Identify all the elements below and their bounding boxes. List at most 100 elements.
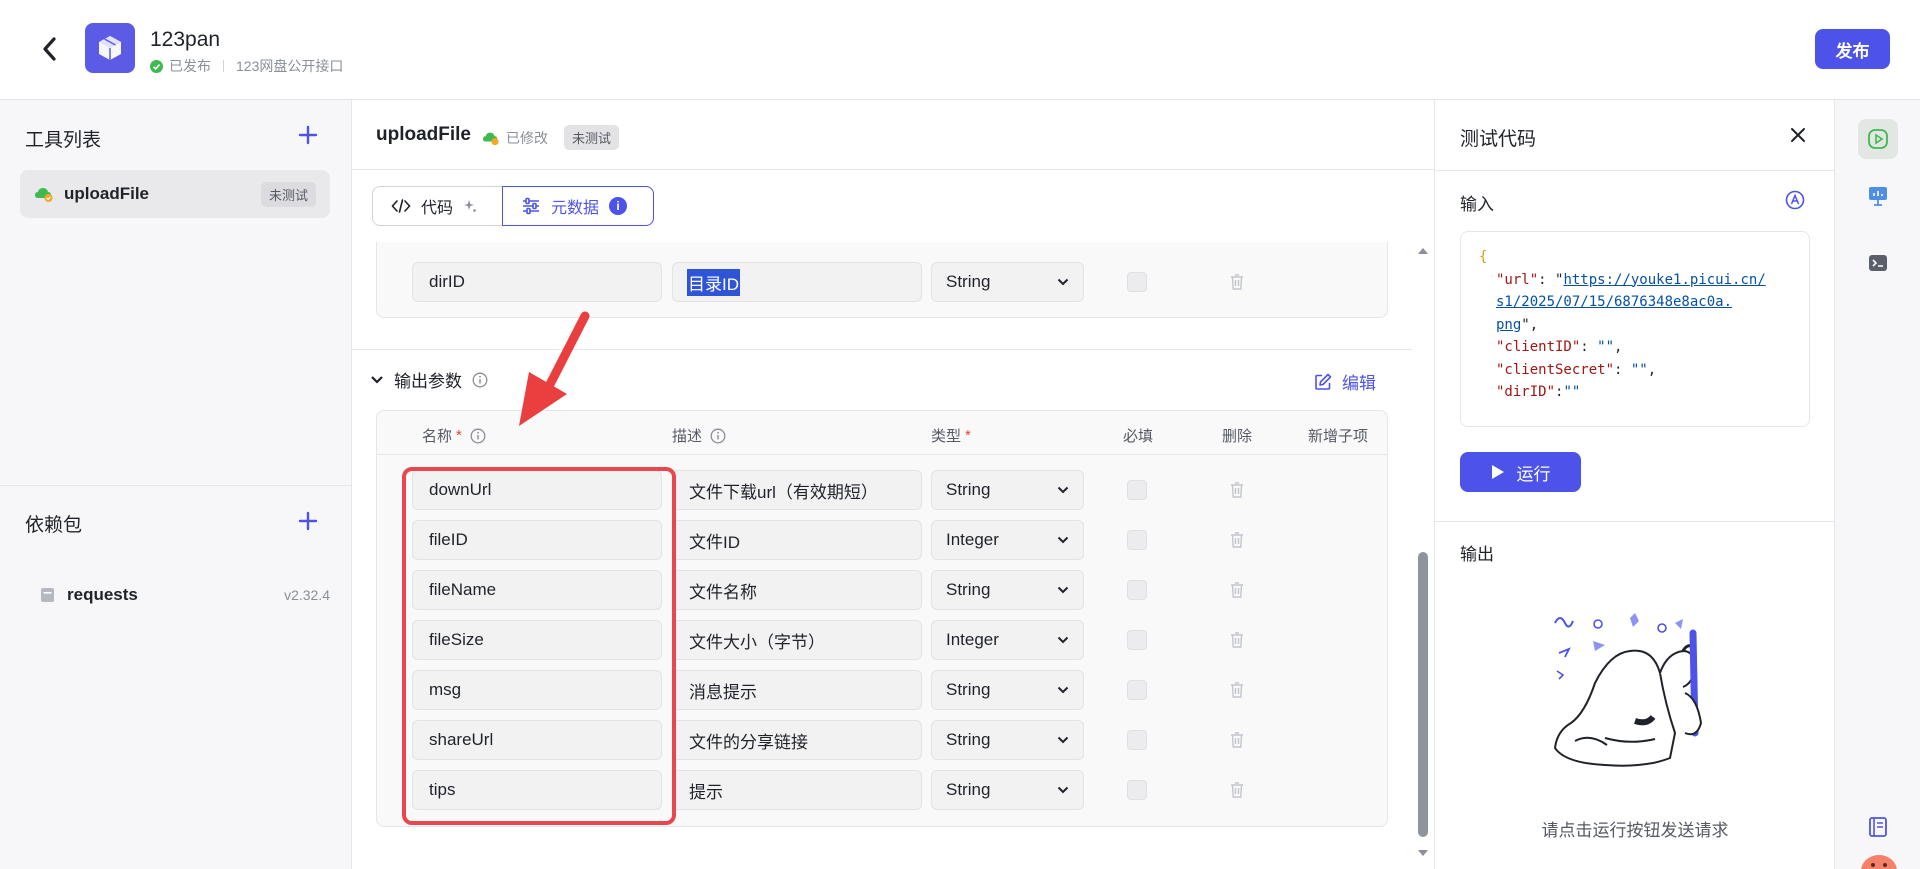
required-checkbox[interactable]	[1127, 730, 1147, 750]
trash-icon[interactable]	[1228, 530, 1246, 550]
output-param-desc-field[interactable]: 提示	[672, 770, 922, 810]
col-required-header: 必填	[1123, 428, 1154, 445]
output-param-desc-field[interactable]: 文件ID	[672, 520, 922, 560]
app-description: 123网盘公开接口	[236, 58, 344, 74]
edit-label: 编辑	[1342, 374, 1376, 393]
output-param-type-select[interactable]: Integer	[931, 520, 1084, 560]
param-desc-field[interactable]: 目录ID	[672, 262, 922, 302]
docs-rail-button[interactable]	[1858, 807, 1898, 847]
input-code-editor[interactable]: { "url": "https://youke1.picui.cn/ s1/20…	[1460, 231, 1810, 427]
output-param-type-value: String	[946, 730, 991, 749]
param-type-value: String	[946, 272, 991, 291]
ai-format-icon[interactable]	[1785, 190, 1805, 210]
output-param-type-select[interactable]: String	[931, 570, 1084, 610]
trash-icon[interactable]	[1228, 480, 1246, 500]
required-checkbox[interactable]	[1127, 780, 1147, 800]
code-key: "url"	[1496, 271, 1539, 288]
trash-icon[interactable]	[1228, 780, 1246, 800]
output-param-type-select[interactable]: String	[931, 770, 1084, 810]
output-param-name-field[interactable]: fileID	[412, 520, 662, 560]
app-logo	[85, 23, 135, 73]
code-url[interactable]: https://youke1.picui.cn/	[1563, 272, 1765, 288]
add-dependency-button[interactable]	[296, 509, 320, 533]
trash-icon[interactable]	[1228, 272, 1246, 292]
terminal-rail-button[interactable]	[1858, 243, 1898, 283]
output-param-desc-field[interactable]: 文件下载url（有效期短）	[672, 470, 922, 510]
panel-divider	[1435, 170, 1835, 171]
output-param-name-field[interactable]: shareUrl	[412, 720, 662, 760]
output-param-type-select[interactable]: Integer	[931, 620, 1084, 660]
tab-code[interactable]: 代码	[372, 186, 502, 226]
output-param-type-select[interactable]: String	[931, 470, 1084, 510]
chevron-down-icon	[1057, 486, 1069, 494]
code-brace: {	[1479, 249, 1488, 265]
col-desc-label: 描述	[672, 428, 703, 445]
required-checkbox[interactable]	[1127, 480, 1147, 500]
presentation-rail-button[interactable]	[1858, 176, 1898, 216]
vertical-scrollbar[interactable]	[1412, 242, 1434, 869]
scroll-thumb[interactable]	[1418, 552, 1428, 837]
code-value: ""	[1630, 361, 1648, 378]
output-param-name-field[interactable]: tips	[412, 770, 662, 810]
add-tool-button[interactable]	[296, 123, 320, 147]
output-param-type-value: Integer	[946, 630, 999, 649]
left-sidebar: 工具列表 uploadFile 未测试 依赖包 requests v2.32.4	[0, 100, 352, 869]
output-params-header[interactable]: 输出参数	[370, 367, 488, 392]
output-param-type-select[interactable]: String	[931, 670, 1084, 710]
output-param-type-value: String	[946, 580, 991, 599]
required-checkbox[interactable]	[1127, 530, 1147, 550]
sidebar-divider	[0, 485, 352, 486]
output-param-name-field[interactable]: fileSize	[412, 620, 662, 660]
close-button[interactable]	[1785, 122, 1811, 148]
chevron-down-icon	[1057, 278, 1069, 286]
edit-button[interactable]: 编辑	[1314, 369, 1376, 394]
chevron-left-icon	[43, 37, 56, 61]
col-name-header: 名称 *	[422, 425, 486, 446]
required-checkbox[interactable]	[1127, 630, 1147, 650]
param-name-field[interactable]: dirID	[412, 262, 662, 302]
presentation-icon	[1869, 187, 1887, 206]
empty-state-illustration	[1553, 613, 1703, 767]
output-param-type-value: Integer	[946, 530, 999, 549]
trash-icon[interactable]	[1228, 630, 1246, 650]
output-param-desc-field[interactable]: 文件的分享链接	[672, 720, 922, 760]
publish-button[interactable]: 发布	[1815, 29, 1890, 69]
sliders-icon	[523, 197, 539, 215]
info-icon: i	[609, 197, 628, 215]
test-run-rail-button[interactable]	[1858, 119, 1898, 159]
tab-metadata-label: 元数据	[551, 200, 600, 217]
tools-title: 工具列表	[25, 130, 102, 151]
code-url[interactable]: s1/2025/07/15/6876348e8ac0a.	[1496, 294, 1732, 310]
output-param-type-select[interactable]: String	[931, 720, 1084, 760]
right-tool-rail	[1834, 100, 1920, 869]
mascot-avatar[interactable]	[1859, 851, 1899, 869]
col-type-header: 类型 *	[931, 425, 971, 446]
output-param-desc-field[interactable]: 文件大小（字节）	[672, 620, 922, 660]
param-type-select[interactable]: String	[931, 262, 1084, 302]
run-button[interactable]: 运行	[1460, 452, 1581, 492]
output-params-title: 输出参数	[394, 372, 462, 391]
required-checkbox[interactable]	[1127, 272, 1147, 292]
trash-icon[interactable]	[1228, 680, 1246, 700]
output-param-name-field[interactable]: fileName	[412, 570, 662, 610]
output-param-desc-field[interactable]: 消息提示	[672, 670, 922, 710]
output-params-table: 名称 * 描述 类型 * 必填 删除 新增子项 downUrl 文件下载url（有效期…	[376, 410, 1388, 827]
input-label: 输入	[1460, 195, 1494, 214]
required-checkbox[interactable]	[1127, 680, 1147, 700]
required-checkbox[interactable]	[1127, 580, 1147, 600]
tool-status-icon	[35, 188, 53, 202]
trash-icon[interactable]	[1228, 580, 1246, 600]
code-key: "clientID"	[1496, 339, 1581, 355]
code-url[interactable]: png	[1496, 317, 1521, 333]
output-param-name-field[interactable]: msg	[412, 670, 662, 710]
tool-item-uploadfile[interactable]: uploadFile 未测试	[20, 170, 330, 218]
dependency-item[interactable]: requests v2.32.4	[40, 578, 330, 612]
deps-title: 依赖包	[25, 515, 83, 536]
output-param-desc-field[interactable]: 文件名称	[672, 570, 922, 610]
trash-icon[interactable]	[1228, 730, 1246, 750]
tab-metadata[interactable]: 元数据 i	[502, 186, 654, 226]
output-param-name-field[interactable]: downUrl	[412, 470, 662, 510]
app-meta: 已发布 123网盘公开接口	[150, 56, 343, 76]
code-value: ""	[1563, 384, 1581, 400]
back-button[interactable]	[36, 32, 62, 66]
